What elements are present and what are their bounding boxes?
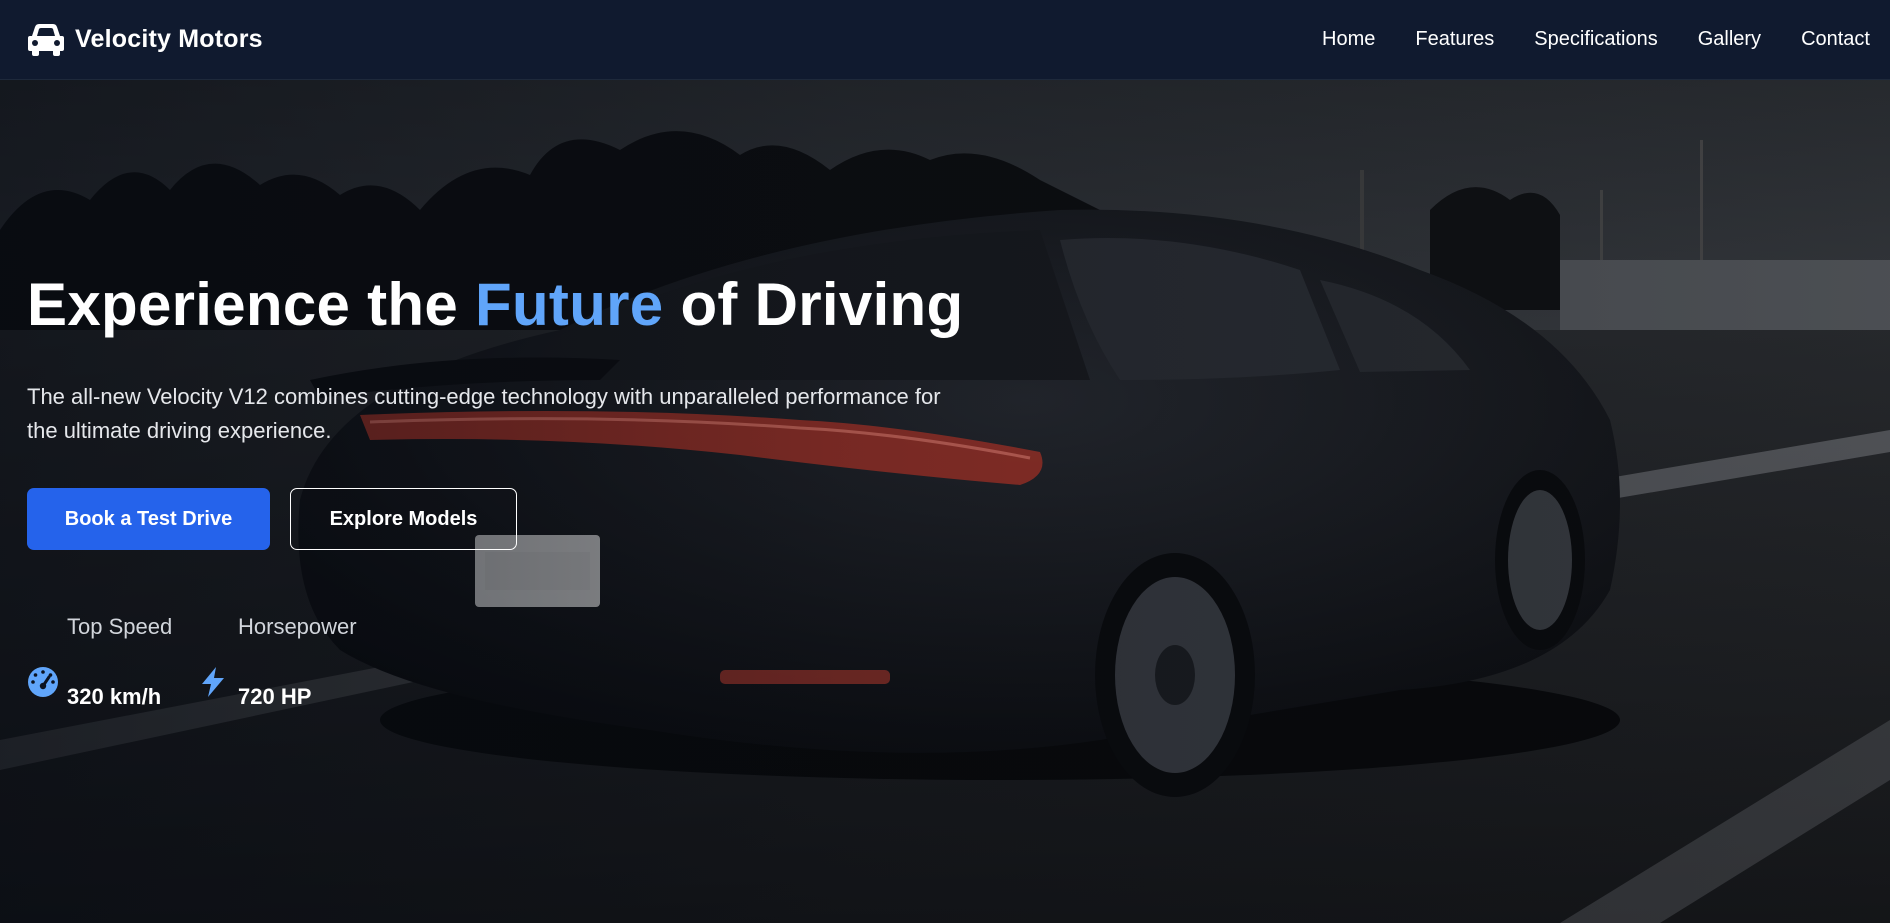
nav-item-contact[interactable]: Contact [1801,28,1870,51]
explore-models-button[interactable]: Explore Models [290,488,517,550]
hero-section: Experience the Future of Driving The all… [0,80,1890,923]
stat-horsepower-label: Horsepower [238,614,357,639]
hero-title-part1: Experience the [27,271,476,338]
main-nav: Home Features Specifications Gallery Con… [1322,28,1870,51]
hero-description: The all-new Velocity V12 combines cuttin… [27,384,941,443]
book-test-drive-button[interactable]: Book a Test Drive [27,488,270,550]
hero-buttons: Book a Test Drive Explore Models [27,488,517,550]
hero-title: Experience the Future of Driving [27,270,963,339]
nav-item-home[interactable]: Home [1322,28,1375,51]
stat-top-speed-value: 320 km/h [67,684,162,709]
hero-title-accent: Future [475,271,664,338]
navbar: Velocity Motors Home Features Specificat… [0,0,1890,80]
brand-logo[interactable]: Velocity Motors [27,23,263,57]
nav-item-features[interactable]: Features [1415,28,1494,51]
nav-item-specifications[interactable]: Specifications [1534,28,1657,51]
car-icon [28,23,64,56]
stat-top-speed-label: Top Speed [67,614,173,639]
stat-horsepower-value: 720 HP [238,684,312,709]
stat-horsepower: Horsepower 720 HP [197,614,397,724]
hero-title-part2: of Driving [663,271,964,338]
lightning-bolt-icon [202,667,224,697]
speedometer-icon [28,667,58,697]
nav-item-gallery[interactable]: Gallery [1698,28,1761,51]
brand-name: Velocity Motors [75,25,263,53]
